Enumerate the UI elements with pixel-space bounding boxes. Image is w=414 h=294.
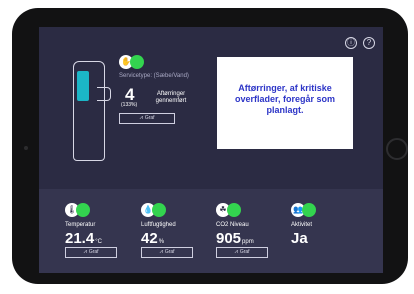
- co2-toggle[interactable]: ☘: [216, 203, 286, 217]
- home-button[interactable]: [386, 138, 408, 160]
- graph-icon: ⩘: [234, 249, 238, 255]
- humidity-label: Luftfugtighed: [141, 222, 176, 228]
- metric-humidity: 💧 Luftfugtighed 42%: [141, 203, 211, 248]
- graph-icon: ⩘: [83, 249, 87, 255]
- humidity-unit: %: [158, 239, 165, 245]
- graph-icon: ⩘: [139, 115, 143, 121]
- dashboard-screen: ⓘ ? ✋ Servicetype: (Sæbe/Vand) 4 (133%) …: [39, 27, 383, 273]
- dispenser-window: [77, 71, 89, 101]
- temperature-value: 21.4: [65, 230, 95, 247]
- metric-activity: 👥 Aktivitet Ja: [291, 203, 361, 248]
- wipe-count-label: Aftørringer gennemført: [155, 91, 187, 104]
- humidity-value: 42: [141, 230, 158, 247]
- header-icons: ⓘ ?: [345, 37, 375, 49]
- temperature-unit: °C: [95, 239, 102, 245]
- status-dot: [76, 203, 90, 217]
- status-dot: [227, 203, 241, 217]
- metric-co2: ☘ CO2 Niveau 905ppm: [216, 203, 286, 248]
- status-dot: [302, 203, 316, 217]
- status-message-box: Aftørringer, af kritiske overflader, for…: [217, 57, 353, 149]
- status-dot: [130, 55, 144, 69]
- service-status-toggle[interactable]: ✋: [119, 55, 144, 69]
- activity-toggle[interactable]: 👥: [291, 203, 361, 217]
- co2-value: 905: [216, 230, 242, 247]
- front-camera: [24, 146, 28, 150]
- help-icon[interactable]: ?: [363, 37, 375, 49]
- dispenser-illustration: [67, 55, 115, 165]
- temperature-graph-button[interactable]: ⩘ Graf: [65, 247, 117, 258]
- status-dot: [152, 203, 166, 217]
- service-type-label: Servicetype: (Sæbe/Vand): [119, 73, 189, 79]
- service-graph-button[interactable]: ⩘ Graf: [119, 113, 175, 124]
- dispenser-nozzle: [97, 87, 111, 101]
- co2-label: CO2 Niveau: [216, 222, 249, 228]
- info-icon[interactable]: ⓘ: [345, 37, 357, 49]
- activity-label: Aktivitet: [291, 222, 313, 228]
- humidity-toggle[interactable]: 💧: [141, 203, 211, 217]
- temperature-label: Temperatur: [65, 222, 96, 228]
- status-message: Aftørringer, af kritiske overflader, for…: [234, 83, 336, 115]
- humidity-graph-button[interactable]: ⩘ Graf: [141, 247, 193, 258]
- graph-icon: ⩘: [159, 249, 163, 255]
- wipe-percent: (133%): [121, 102, 138, 108]
- activity-value: Ja: [291, 230, 308, 247]
- co2-unit: ppm: [242, 239, 254, 245]
- co2-graph-button[interactable]: ⩘ Graf: [216, 247, 268, 258]
- temperature-toggle[interactable]: 🌡: [65, 203, 135, 217]
- metric-temperature: 🌡 Temperatur 21.4°C: [65, 203, 135, 248]
